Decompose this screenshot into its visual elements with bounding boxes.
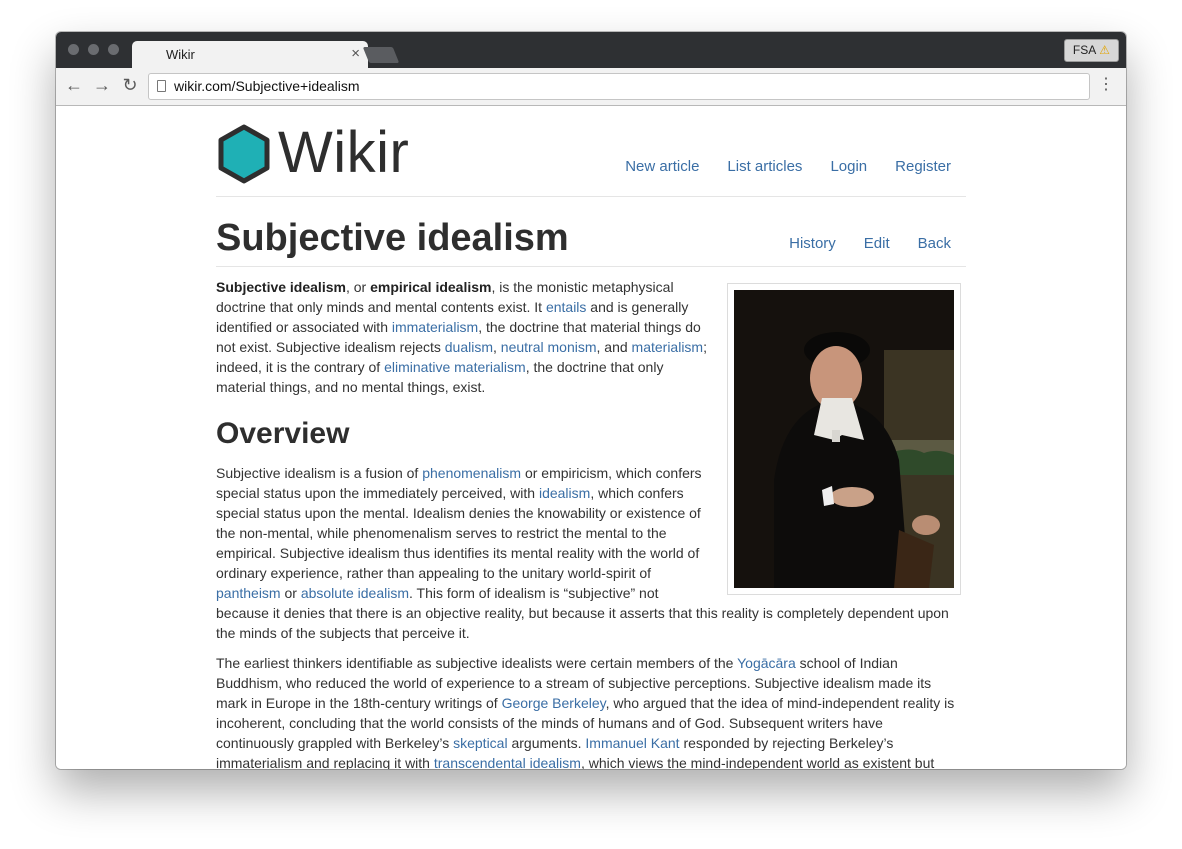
history-link[interactable]: History [789, 235, 836, 252]
page-title: Subjective idealism [216, 217, 569, 259]
url-text[interactable]: wikir.com/Subjective+idealism [174, 78, 360, 94]
new-tab-button[interactable] [362, 47, 400, 63]
minimize-window-button[interactable] [88, 44, 99, 55]
link-immaterialism[interactable]: immaterialism [392, 319, 478, 335]
nav-login[interactable]: Login [830, 158, 867, 175]
link-dualism[interactable]: dualism [445, 339, 493, 355]
link-eliminative-materialism[interactable]: eliminative materialism [384, 359, 526, 375]
reload-icon[interactable]: ↻ [120, 75, 140, 95]
berkeley-portrait [727, 283, 961, 595]
page-viewport: Wikir New article List articles Login Regis… [56, 106, 1126, 769]
article-title-row: Subjective idealism History Edit Back [216, 197, 966, 267]
link-idealism[interactable]: idealism [539, 485, 590, 501]
article-body: Subjective idealism, or empirical ideali… [216, 267, 961, 769]
link-immanuel-kant[interactable]: Immanuel Kant [585, 735, 679, 751]
close-window-button[interactable] [68, 44, 79, 55]
warning-icon: ⚠ [1099, 43, 1110, 57]
nav-list-articles[interactable]: List articles [727, 158, 802, 175]
address-bar[interactable]: wikir.com/Subjective+idealism [148, 73, 1090, 100]
title-bar: Wikir × FSA ⚠ [56, 32, 1126, 68]
link-transcendental-idealism[interactable]: transcendental idealism [434, 755, 581, 769]
link-skeptical[interactable]: skeptical [453, 735, 507, 751]
link-entails[interactable]: entails [546, 299, 586, 315]
hexagon-logo-icon[interactable] [218, 124, 270, 184]
link-materialism[interactable]: materialism [632, 339, 704, 355]
browser-toolbar: ← → ↻ wikir.com/Subjective+idealism ⋮ [56, 68, 1126, 106]
link-absolute-idealism[interactable]: absolute idealism [301, 585, 409, 601]
zoom-window-button[interactable] [108, 44, 119, 55]
fsa-label: FSA [1072, 43, 1097, 57]
link-yogacara[interactable]: Yogācāra [737, 655, 796, 671]
browser-tab[interactable]: Wikir × [132, 41, 368, 68]
page-container: Wikir New article List articles Login Regis… [216, 106, 966, 769]
forward-arrow-icon[interactable]: → [92, 75, 112, 95]
link-phenomenalism[interactable]: phenomenalism [422, 465, 521, 481]
site-header: Wikir New article List articles Login Regis… [216, 106, 966, 197]
nav-register[interactable]: Register [895, 158, 951, 175]
tab-close-icon[interactable]: × [351, 45, 360, 62]
link-george-berkeley[interactable]: George Berkeley [502, 695, 606, 711]
edit-link[interactable]: Edit [864, 235, 890, 252]
history-paragraph: The earliest thinkers identifiable as su… [216, 655, 955, 769]
site-nav: New article List articles Login Register [597, 158, 951, 175]
back-arrow-icon[interactable]: ← [64, 75, 84, 95]
back-link[interactable]: Back [918, 235, 951, 252]
link-pantheism[interactable]: pantheism [216, 585, 281, 601]
site-logo-text[interactable]: Wikir [278, 120, 409, 186]
link-neutral-monism[interactable]: neutral monism [501, 339, 597, 355]
article-actions: History Edit Back [761, 235, 951, 252]
nav-new-article[interactable]: New article [625, 158, 699, 175]
tab-title: Wikir [166, 47, 195, 62]
portrait-image [734, 290, 954, 588]
browser-window: Wikir × FSA ⚠ ← → ↻ wikir.com/Subjective+… [56, 32, 1126, 769]
fsa-badge[interactable]: FSA ⚠ [1063, 39, 1119, 62]
browser-menu-icon[interactable]: ⋮ [1098, 76, 1114, 94]
page-icon [157, 80, 166, 92]
